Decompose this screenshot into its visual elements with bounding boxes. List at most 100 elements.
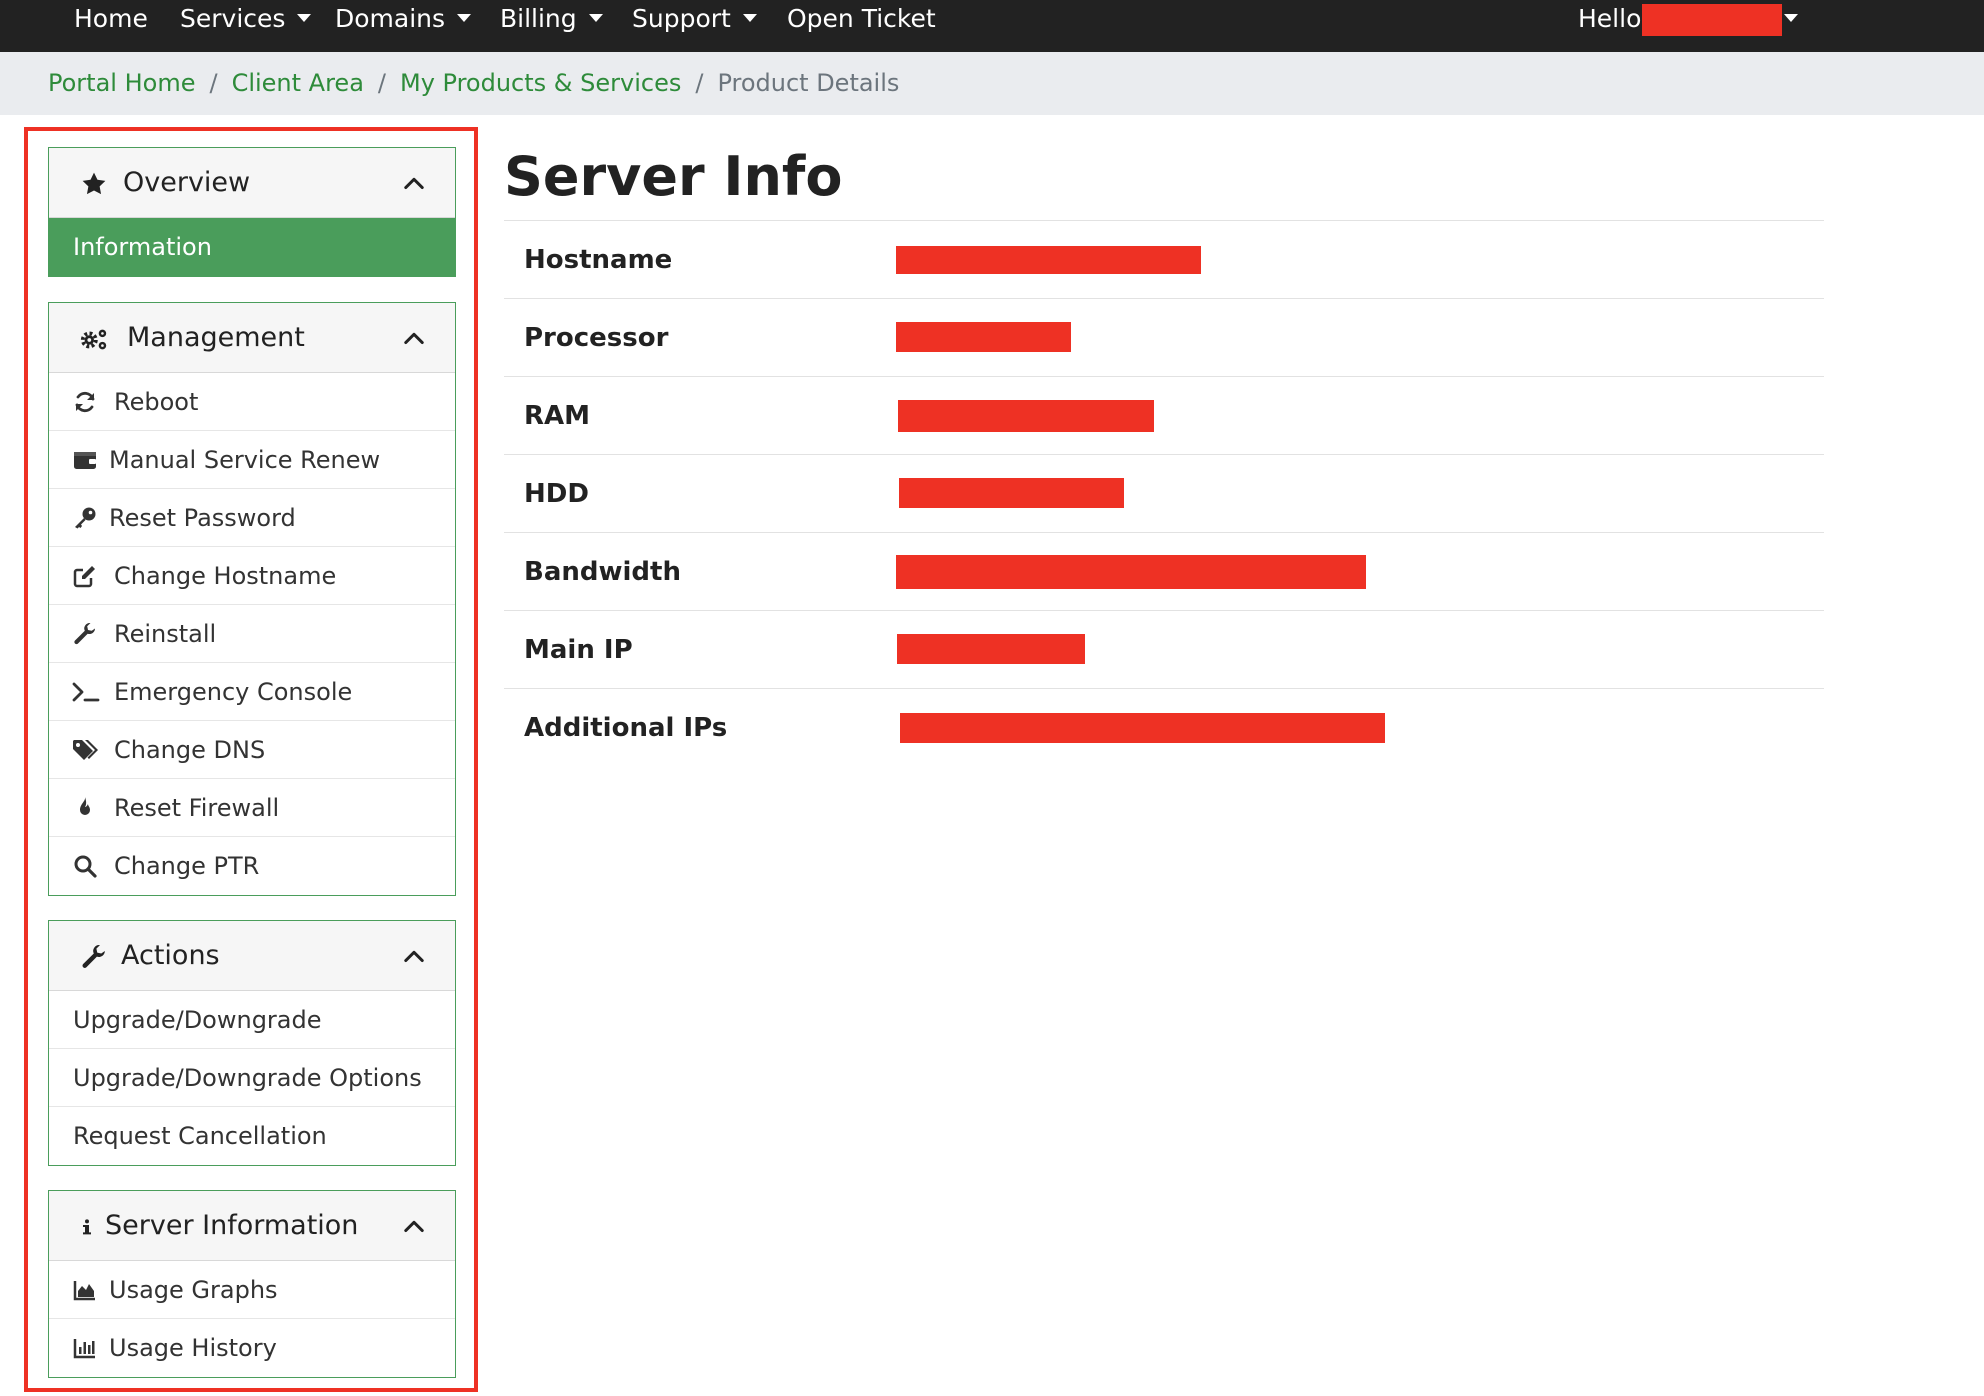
sidebar-item-label: Change DNS bbox=[114, 736, 266, 764]
sidebar-item-usage-history[interactable]: Usage History bbox=[49, 1319, 455, 1377]
breadcrumb-client-area[interactable]: Client Area bbox=[232, 69, 364, 97]
sidebar-item-information[interactable]: Information bbox=[49, 218, 455, 276]
sidebar-item-label: Emergency Console bbox=[114, 678, 353, 706]
breadcrumb-portal-home[interactable]: Portal Home bbox=[48, 69, 195, 97]
sidebar-item-upgrade-downgrade[interactable]: Upgrade/Downgrade bbox=[49, 991, 455, 1049]
nav-support[interactable]: Support bbox=[632, 0, 757, 38]
server-information-panel-header[interactable]: Server Information bbox=[49, 1191, 455, 1261]
breadcrumb-separator: / bbox=[209, 69, 218, 97]
server-information-panel: Server Information Usage Graphs Usage Hi… bbox=[48, 1190, 456, 1378]
breadcrumb-separator: / bbox=[695, 69, 704, 97]
breadcrumb-separator: / bbox=[377, 69, 386, 97]
user-menu-toggle[interactable] bbox=[1772, 0, 1798, 38]
info-icon bbox=[83, 1219, 91, 1235]
management-panel-header[interactable]: Management bbox=[49, 303, 455, 373]
nav-billing[interactable]: Billing bbox=[500, 0, 603, 38]
sidebar-item-label: Reboot bbox=[114, 388, 199, 416]
refresh-icon bbox=[75, 392, 95, 412]
nav-open-ticket[interactable]: Open Ticket bbox=[787, 0, 936, 38]
sidebar-item-upgrade-downgrade-options[interactable]: Upgrade/Downgrade Options bbox=[49, 1049, 455, 1107]
sidebar-item-label: Reset Firewall bbox=[114, 794, 280, 822]
sidebar-item-label: Reinstall bbox=[114, 620, 217, 648]
server-info-table: Hostname Processor RAM HDD Bandwidth Mai… bbox=[504, 220, 1824, 766]
sidebar-item-request-cancellation[interactable]: Request Cancellation bbox=[49, 1107, 455, 1165]
info-row-label: RAM bbox=[524, 401, 591, 431]
wallet-icon bbox=[74, 452, 96, 469]
management-panel: Management Reboot Manual Service Renew R… bbox=[48, 302, 456, 896]
redacted-value bbox=[896, 322, 1071, 352]
sidebar-item-reset-password[interactable]: Reset Password bbox=[49, 489, 455, 547]
info-row-label: Main IP bbox=[524, 635, 633, 665]
sidebar-item-usage-graphs[interactable]: Usage Graphs bbox=[49, 1261, 455, 1319]
nav-services-label: Services bbox=[180, 4, 286, 33]
nav-domains[interactable]: Domains bbox=[335, 0, 472, 38]
sidebar-item-label: Change PTR bbox=[114, 852, 260, 880]
wrench-icon bbox=[74, 622, 95, 645]
page-title: Server Info bbox=[504, 145, 843, 208]
chevron-up-icon[interactable] bbox=[403, 172, 425, 194]
sidebar-item-label: Usage History bbox=[109, 1334, 277, 1362]
bar-chart-icon bbox=[73, 1339, 95, 1359]
info-row-label: HDD bbox=[524, 479, 589, 509]
sidebar-item-manual-service-renew[interactable]: Manual Service Renew bbox=[49, 431, 455, 489]
sidebar-item-reset-firewall[interactable]: Reset Firewall bbox=[49, 779, 455, 837]
nav-services[interactable]: Services bbox=[180, 0, 312, 38]
chevron-up-icon[interactable] bbox=[403, 945, 425, 967]
server-information-panel-title: Server Information bbox=[105, 1210, 359, 1241]
sidebar-item-label: Manual Service Renew bbox=[109, 446, 381, 474]
info-row-processor: Processor bbox=[504, 298, 1824, 376]
sidebar-item-label: Usage Graphs bbox=[109, 1276, 278, 1304]
sidebar-item-change-hostname[interactable]: Change Hostname bbox=[49, 547, 455, 605]
sidebar-item-change-ptr[interactable]: Change PTR bbox=[49, 837, 455, 895]
wrench-icon bbox=[82, 945, 105, 968]
actions-panel-header[interactable]: Actions bbox=[49, 921, 455, 991]
nav-domains-label: Domains bbox=[335, 4, 446, 33]
sidebar-item-label: Request Cancellation bbox=[73, 1122, 327, 1150]
edit-icon bbox=[73, 566, 95, 588]
search-icon bbox=[74, 855, 97, 878]
fire-icon bbox=[80, 797, 90, 815]
info-row-label: Processor bbox=[524, 323, 669, 353]
user-menu-hello[interactable]: Hello, bbox=[1578, 0, 1649, 38]
sidebar-item-label: Reset Password bbox=[109, 504, 296, 532]
sidebar-item-emergency-console[interactable]: Emergency Console bbox=[49, 663, 455, 721]
tags-icon bbox=[73, 740, 98, 760]
management-panel-title: Management bbox=[127, 322, 305, 353]
sidebar-item-label: Upgrade/Downgrade Options bbox=[73, 1064, 422, 1092]
sidebar-item-change-dns[interactable]: Change DNS bbox=[49, 721, 455, 779]
sidebar-item-label: Information bbox=[73, 233, 212, 261]
redacted-value bbox=[896, 555, 1366, 589]
breadcrumb-current: Product Details bbox=[717, 69, 900, 97]
gears-icon bbox=[80, 329, 107, 350]
sidebar-item-label: Upgrade/Downgrade bbox=[73, 1006, 322, 1034]
breadcrumb: Portal Home / Client Area / My Products & Se… bbox=[0, 52, 1984, 115]
actions-panel: Actions Upgrade/Downgrade Upgrade/Downgr… bbox=[48, 920, 456, 1166]
redacted-value bbox=[897, 634, 1085, 664]
actions-panel-title: Actions bbox=[121, 940, 220, 971]
breadcrumb-my-products[interactable]: My Products & Services bbox=[400, 69, 681, 97]
info-row-ram: RAM bbox=[504, 376, 1824, 454]
key-icon bbox=[75, 507, 96, 529]
redacted-value bbox=[900, 713, 1385, 743]
star-icon bbox=[82, 172, 106, 195]
sidebar-item-reinstall[interactable]: Reinstall bbox=[49, 605, 455, 663]
info-row-bandwidth: Bandwidth bbox=[504, 532, 1824, 610]
nav-billing-label: Billing bbox=[500, 4, 577, 33]
info-row-label: Additional IPs bbox=[524, 713, 728, 743]
info-row-label: Hostname bbox=[524, 245, 673, 275]
info-row-hdd: HDD bbox=[504, 454, 1824, 532]
redacted-username bbox=[1642, 4, 1782, 36]
sidebar-item-label: Change Hostname bbox=[114, 562, 337, 590]
sidebar-item-reboot[interactable]: Reboot bbox=[49, 373, 455, 431]
nav-home[interactable]: Home bbox=[74, 0, 148, 38]
redacted-value bbox=[899, 478, 1124, 508]
overview-panel-title: Overview bbox=[123, 167, 251, 198]
caret-down-icon bbox=[457, 14, 472, 22]
redacted-value bbox=[898, 400, 1154, 432]
info-row-label: Bandwidth bbox=[524, 557, 681, 587]
chevron-up-icon[interactable] bbox=[403, 1215, 425, 1237]
caret-down-icon bbox=[297, 14, 312, 22]
chevron-up-icon[interactable] bbox=[403, 327, 425, 349]
overview-panel-header[interactable]: Overview bbox=[49, 148, 455, 218]
caret-down-icon bbox=[742, 14, 757, 22]
